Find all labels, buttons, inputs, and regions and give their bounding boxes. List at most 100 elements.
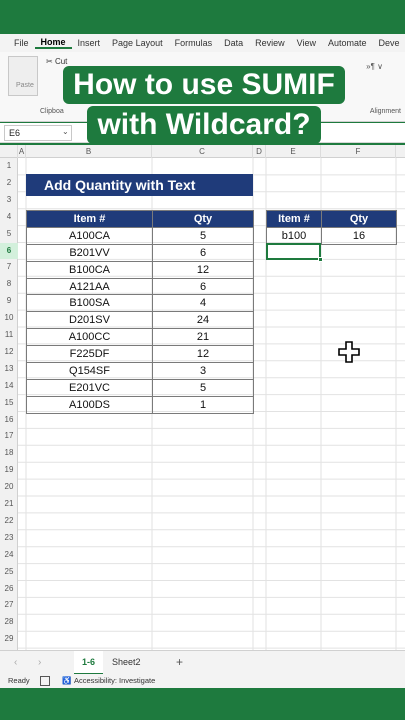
status-ready: Ready xyxy=(8,676,30,685)
item-cell[interactable]: E201VC xyxy=(26,378,153,397)
item-cell[interactable]: B100CA xyxy=(26,260,153,279)
row-header[interactable]: 13 xyxy=(0,361,18,378)
cut-label: Cut xyxy=(54,57,68,66)
column-header-a[interactable]: A xyxy=(18,145,26,158)
accessibility-icon[interactable]: ♿ xyxy=(62,674,71,688)
row-header[interactable]: 3 xyxy=(0,192,18,209)
criteria-cell[interactable]: b100 xyxy=(266,226,322,245)
row-header[interactable]: 17 xyxy=(0,428,18,445)
column-header-e[interactable]: E xyxy=(266,145,321,158)
row-header[interactable]: 21 xyxy=(0,496,18,513)
menu-home[interactable]: Home xyxy=(34,37,72,49)
row-header[interactable]: 2 xyxy=(0,175,18,192)
item-cell[interactable]: B100SA xyxy=(26,294,153,313)
menu-file[interactable]: File xyxy=(8,38,35,48)
sheet-tab-sheet2[interactable]: Sheet2 xyxy=(104,651,149,675)
row-header[interactable]: 28 xyxy=(0,614,18,631)
alignment-group-label: Alignment xyxy=(369,108,401,115)
column-header-b[interactable]: B xyxy=(26,145,152,158)
table-row: D201SV 24 xyxy=(26,311,254,330)
item-cell[interactable]: D201SV xyxy=(26,311,153,330)
item-cell[interactable]: A100DS xyxy=(26,395,153,414)
column-header-f[interactable]: F xyxy=(321,145,396,158)
active-cell-e6[interactable] xyxy=(266,243,321,260)
result-cell[interactable]: 16 xyxy=(321,226,397,245)
menu-automate[interactable]: Automate xyxy=(322,38,373,48)
row-header-bar: 1 2 3 4 5 6 7 8 9 10 11 12 13 14 15 16 17 18 19 20 21 22 23 24 2… xyxy=(0,158,18,650)
row-header[interactable]: 29 xyxy=(0,631,18,648)
qty-cell[interactable]: 5 xyxy=(152,378,254,397)
item-cell[interactable]: B201VV xyxy=(26,243,153,262)
item-cell[interactable]: A121AA xyxy=(26,277,153,296)
row-header[interactable]: 19 xyxy=(0,462,18,479)
row-header[interactable]: 15 xyxy=(0,395,18,412)
row-header[interactable]: 16 xyxy=(0,412,18,429)
row-header[interactable]: 7 xyxy=(0,259,18,276)
table-row: F225DF 12 xyxy=(26,345,254,364)
qty-cell[interactable]: 4 xyxy=(152,294,254,313)
row-header[interactable]: 23 xyxy=(0,530,18,547)
crosshair-cursor-icon xyxy=(338,341,360,363)
cut-button[interactable]: ✂ Cut xyxy=(46,57,67,66)
row-header[interactable]: 4 xyxy=(0,209,18,226)
paste-button[interactable] xyxy=(8,56,38,96)
row-header[interactable]: 27 xyxy=(0,597,18,614)
row-header[interactable]: 9 xyxy=(0,293,18,310)
menu-developer[interactable]: Deve xyxy=(373,38,405,48)
row-header[interactable]: 14 xyxy=(0,378,18,395)
add-sheet-icon[interactable]: + xyxy=(176,655,183,669)
table-row: A100CC 21 xyxy=(26,328,254,347)
chevron-left-icon[interactable]: ‹ xyxy=(14,657,17,668)
row-header[interactable]: 26 xyxy=(0,581,18,598)
table-row: B201VV 6 xyxy=(26,243,254,262)
sheet-tab-1-6[interactable]: 1-6 xyxy=(74,651,104,675)
chevron-right-icon[interactable]: › xyxy=(38,657,41,668)
row-header[interactable]: 11 xyxy=(0,327,18,344)
menu-formulas[interactable]: Formulas xyxy=(169,38,219,48)
qty-cell[interactable]: 3 xyxy=(152,362,254,380)
table-row: A100DS 1 xyxy=(26,395,254,414)
row-header[interactable]: 22 xyxy=(0,513,18,530)
qty-cell[interactable]: 21 xyxy=(152,328,254,347)
row-header[interactable]: 5 xyxy=(0,226,18,243)
qty-cell[interactable]: 12 xyxy=(152,345,254,364)
item-cell[interactable]: A100CA xyxy=(26,226,153,245)
paragraph-icon[interactable]: »¶ ∨ xyxy=(366,62,383,71)
qty-cell[interactable]: 24 xyxy=(152,311,254,330)
qty-cell[interactable]: 12 xyxy=(152,260,254,279)
qty-cell[interactable]: 6 xyxy=(152,243,254,262)
menu-review[interactable]: Review xyxy=(249,38,291,48)
table-row: B100CA 12 xyxy=(26,260,254,279)
select-all-corner[interactable] xyxy=(0,145,18,158)
item-cell[interactable]: Q154SF xyxy=(26,362,153,380)
item-cell[interactable]: A100CC xyxy=(26,328,153,347)
fill-handle[interactable] xyxy=(318,257,323,262)
row-header[interactable]: 18 xyxy=(0,445,18,462)
title-line-1: How to use SUMIF xyxy=(63,66,345,104)
macro-record-icon[interactable] xyxy=(40,676,50,686)
row-header[interactable]: 10 xyxy=(0,310,18,327)
sheet-tab-bar: ‹ › 1-6 Sheet2 + xyxy=(0,650,405,675)
row-header[interactable]: 12 xyxy=(0,344,18,361)
qty-cell[interactable]: 5 xyxy=(152,226,254,245)
menu-data[interactable]: Data xyxy=(218,38,249,48)
column-header-d[interactable]: D xyxy=(253,145,266,158)
row-header[interactable]: 6 xyxy=(0,242,18,260)
menu-page-layout[interactable]: Page Layout xyxy=(106,38,169,48)
column-header-c[interactable]: C xyxy=(152,145,253,158)
menu-view[interactable]: View xyxy=(291,38,322,48)
row-header[interactable]: 25 xyxy=(0,564,18,581)
column-header-bar: A B C D E F xyxy=(0,145,405,158)
qty-cell[interactable]: 6 xyxy=(152,277,254,296)
menu-insert[interactable]: Insert xyxy=(72,38,107,48)
item-cell[interactable]: F225DF xyxy=(26,345,153,364)
row-header[interactable]: 1 xyxy=(0,158,18,175)
row-header[interactable]: 20 xyxy=(0,479,18,496)
spreadsheet-grid[interactable]: A B C D E F 1 2 3 4 5 6 7 8 9 10 11 12 13 14 15 16 17 18 1… xyxy=(0,145,405,650)
accessibility-status[interactable]: Accessibility: Investigate xyxy=(74,674,155,688)
qty-cell[interactable]: 1 xyxy=(152,395,254,414)
title-overlay: How to use SUMIF with Wildcard? xyxy=(44,66,364,144)
row-header[interactable]: 8 xyxy=(0,276,18,293)
table-header-qty: Qty xyxy=(152,210,254,228)
row-header[interactable]: 24 xyxy=(0,547,18,564)
